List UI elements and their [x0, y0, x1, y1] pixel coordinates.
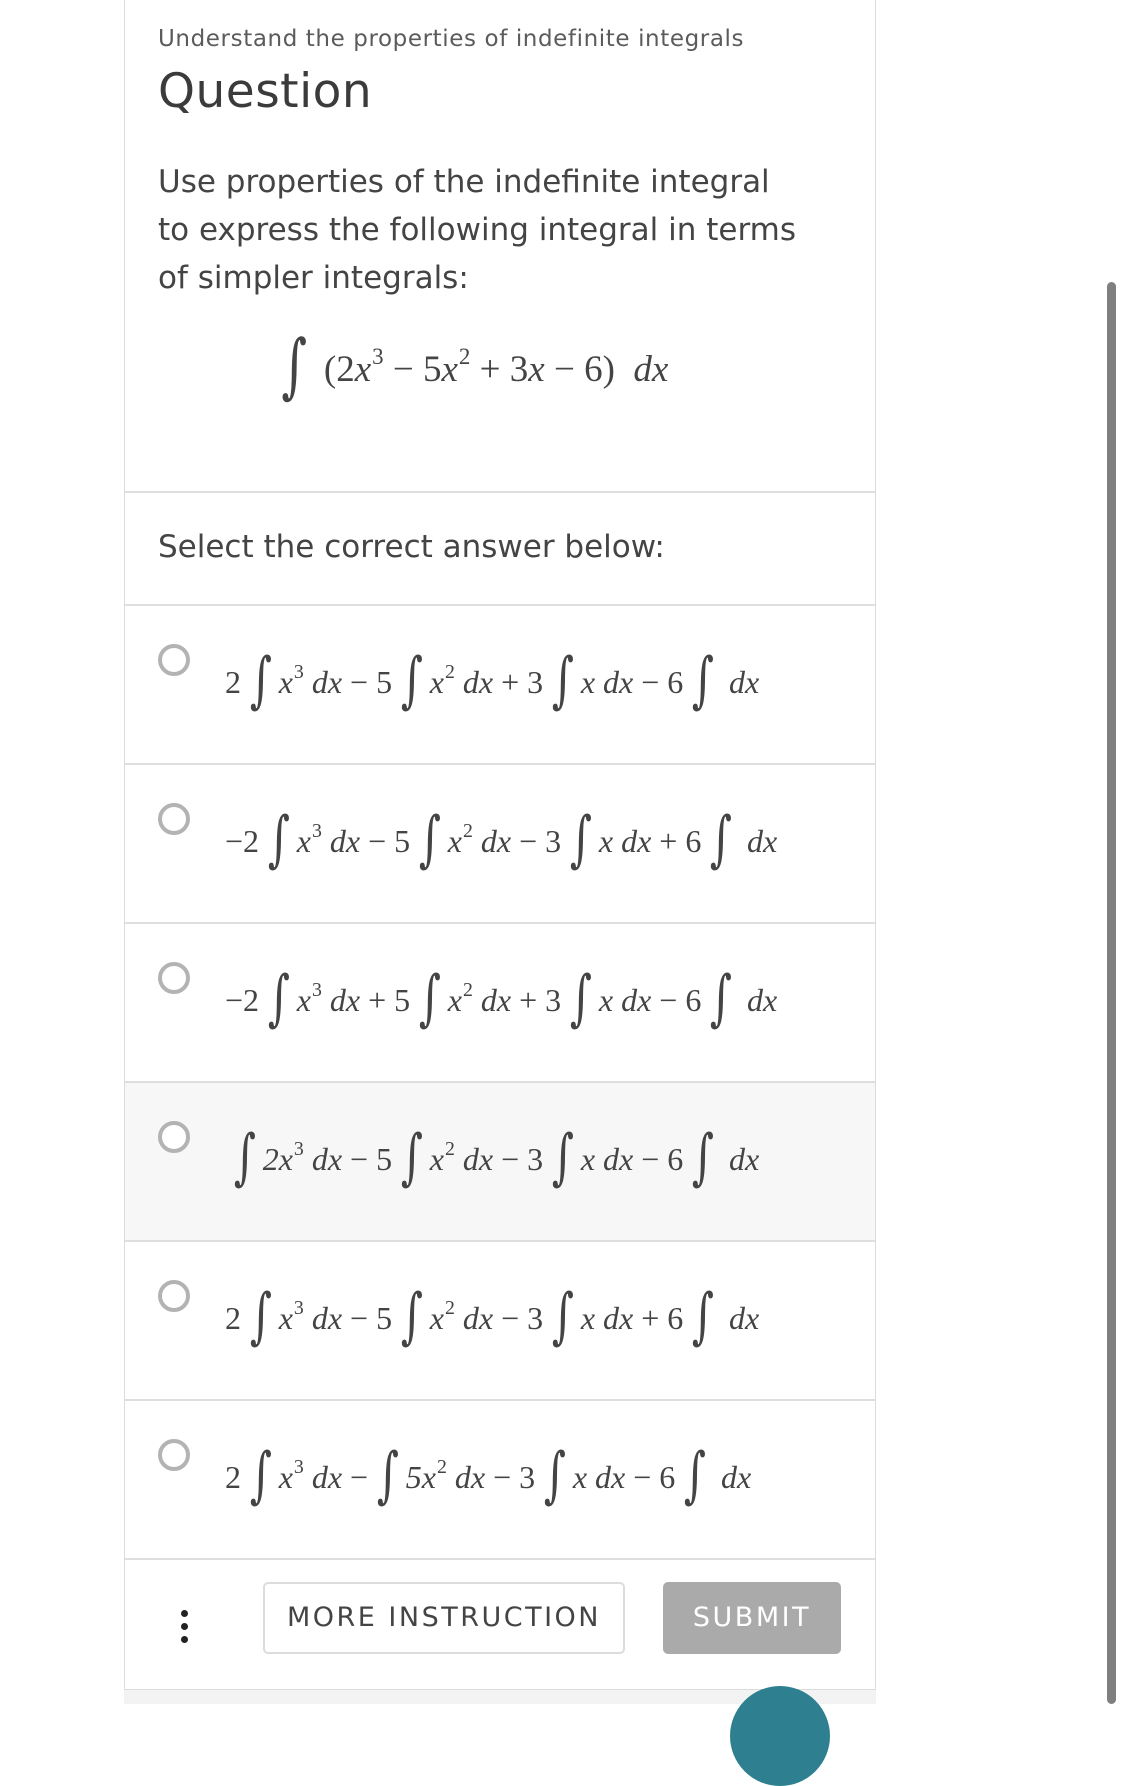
radio-button[interactable]	[158, 1121, 190, 1153]
answer-option-5[interactable]: 2 ∫ x3 dx − 5 ∫ x2 dx − 3 ∫ x dx + 6 ∫ dx	[125, 1242, 875, 1401]
option-expression: 2 ∫ x3 dx − 5 ∫ x2 dx − 3 ∫ x dx + 6 ∫ dx	[225, 1281, 760, 1352]
option-expression: −2 ∫ x3 dx + 5 ∫ x2 dx + 3 ∫ x dx − 6 ∫ dx	[225, 963, 778, 1034]
radio-button[interactable]	[158, 1280, 190, 1312]
answer-option-4[interactable]: ∫ 2x3 dx − 5 ∫ x2 dx − 3 ∫ x dx − 6 ∫ dx	[125, 1083, 875, 1242]
radio-button[interactable]	[158, 803, 190, 835]
radio-button[interactable]	[158, 644, 190, 676]
integral-expression: ∫ (2x3 − 5x2 + 3x − 6) dx	[281, 324, 669, 407]
question-section: Understand the properties of indefinite …	[125, 0, 875, 493]
option-expression: −2 ∫ x3 dx − 5 ∫ x2 dx − 3 ∫ x dx + 6 ∫ dx	[225, 804, 778, 875]
answer-option-2[interactable]: −2 ∫ x3 dx − 5 ∫ x2 dx − 3 ∫ x dx + 6 ∫ dx	[125, 765, 875, 924]
answer-option-1[interactable]: 2 ∫ x3 dx − 5 ∫ x2 dx + 3 ∫ x dx − 6 ∫ dx	[125, 606, 875, 765]
submit-button[interactable]: SUBMIT	[663, 1582, 841, 1654]
topic-label: Understand the properties of indefinite …	[158, 26, 745, 52]
answer-prompt-section: Select the correct answer below:	[125, 493, 875, 606]
option-expression: ∫ 2x3 dx − 5 ∫ x2 dx − 3 ∫ x dx − 6 ∫ dx	[233, 1122, 760, 1193]
option-expression: 2 ∫ x3 dx − ∫ 5x2 dx − 3 ∫ x dx − 6 ∫ dx	[225, 1440, 752, 1511]
question-card: Understand the properties of indefinite …	[124, 0, 876, 1690]
floating-action-button[interactable]	[730, 1686, 830, 1786]
footer-toolbar: MORE INSTRUCTION SUBMIT	[125, 1558, 875, 1688]
question-prompt: Use properties of the indefinite integra…	[158, 164, 797, 296]
scrollbar-thumb[interactable]	[1107, 282, 1116, 1704]
radio-button[interactable]	[158, 962, 190, 994]
answer-option-3[interactable]: −2 ∫ x3 dx + 5 ∫ x2 dx + 3 ∫ x dx − 6 ∫ dx	[125, 924, 875, 1083]
kebab-menu-icon[interactable]	[179, 1610, 189, 1644]
answer-option-6[interactable]: 2 ∫ x3 dx − ∫ 5x2 dx − 3 ∫ x dx − 6 ∫ dx	[125, 1401, 875, 1560]
more-instruction-button[interactable]: MORE INSTRUCTION	[263, 1582, 625, 1654]
question-title: Question	[158, 64, 373, 119]
option-expression: 2 ∫ x3 dx − 5 ∫ x2 dx + 3 ∫ x dx − 6 ∫ dx	[225, 645, 760, 716]
select-answer-label: Select the correct answer below:	[158, 529, 665, 565]
radio-button[interactable]	[158, 1439, 190, 1471]
